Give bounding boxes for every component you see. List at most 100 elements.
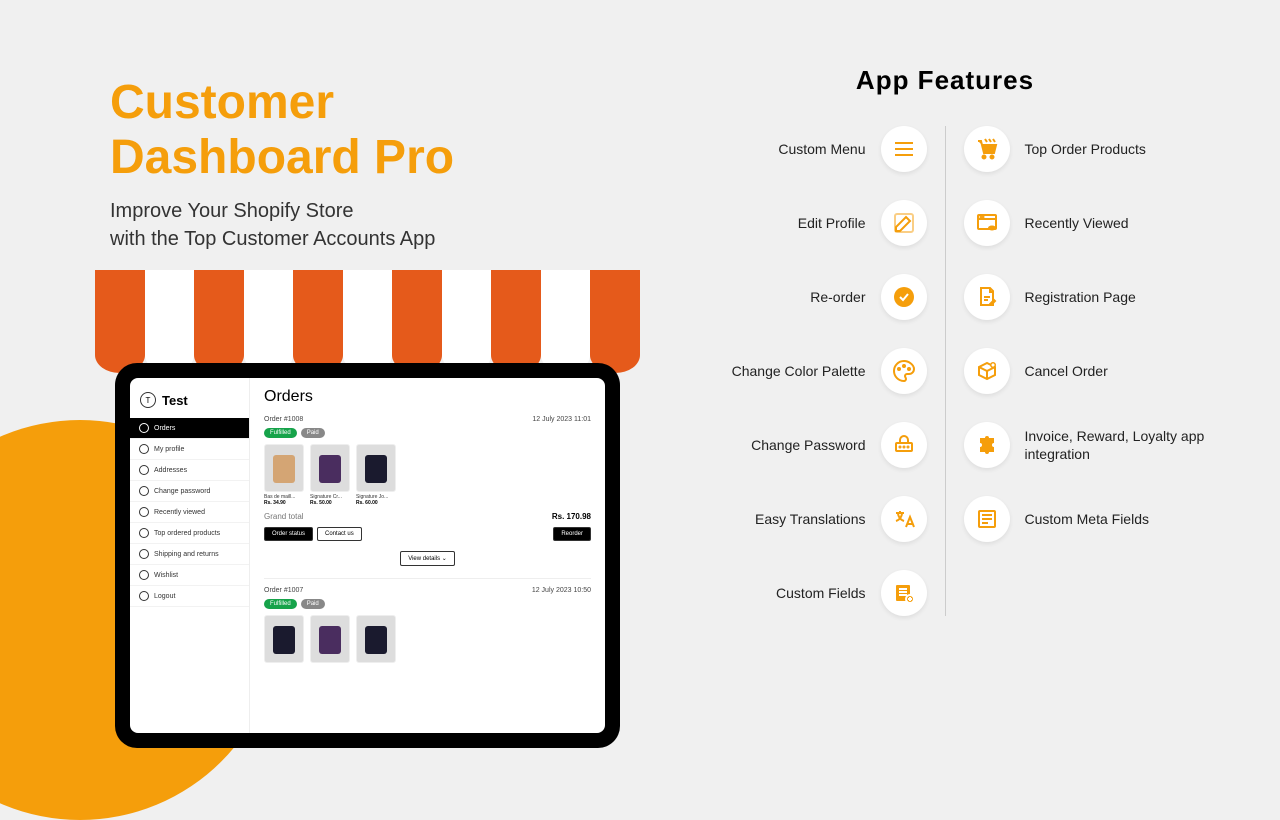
nav-label: Wishlist [154,572,178,579]
feature-change-password: Change Password [680,422,927,468]
feature-translations: Easy Translations [680,496,927,542]
feature-label: Top Order Products [1025,140,1146,158]
feature-edit-profile: Edit Profile [680,200,927,246]
features-left-column: Custom Menu Edit Profile Re-order Change… [680,126,946,616]
product-item[interactable] [310,615,350,663]
subtitle-line1: Improve Your Shopify Store [110,197,454,225]
product-item[interactable]: Bas de maill... Rs. 34.90 [264,444,304,506]
nav-logout[interactable]: Logout [130,586,249,607]
feature-recently-viewed: Recently Viewed [964,200,1211,246]
feature-custom-fields: Custom Fields [680,570,927,616]
product-price: Rs. 34.90 [264,500,304,506]
eye-icon [139,507,149,517]
password-icon [881,422,927,468]
nav-label: Addresses [154,467,187,474]
nav-my-profile[interactable]: My profile [130,439,249,460]
product-image [356,444,396,492]
box-cancel-icon [964,348,1010,394]
nav-label: My profile [154,446,184,453]
feature-meta-fields: Custom Meta Fields [964,496,1211,542]
grand-total-label: Grand total [264,512,304,521]
product-item[interactable]: Signature Cr... Rs. 50.00 [310,444,350,506]
cart-icon [964,126,1010,172]
nav-shipping[interactable]: Shipping and returns [130,544,249,565]
features-right-column: Top Order Products Recently Viewed Regis… [946,126,1211,616]
nav-label: Logout [154,593,175,600]
order-date: 12 July 2023 11:01 [532,416,591,423]
user-avatar: T [140,392,156,408]
menu-icon [881,126,927,172]
order-number: Order #1007 [264,587,303,594]
window-eye-icon [964,200,1010,246]
status-badge-fulfilled: Fulfilled [264,599,297,609]
title-line2: Dashboard Pro [110,130,454,185]
product-price: Rs. 60.00 [356,500,396,506]
nav-label: Shipping and returns [154,551,219,558]
nav-label: Change password [154,488,210,495]
reorder-icon [881,274,927,320]
contact-us-button[interactable]: Contact us [317,527,362,541]
nav-orders[interactable]: Orders [130,418,249,439]
feature-label: Easy Translations [755,510,866,528]
status-badge-fulfilled: Fulfilled [264,428,297,438]
order-card: Order #1007 12 July 2023 10:50 Fulfilled… [264,578,591,663]
product-item[interactable] [356,615,396,663]
hero-subtitle: Improve Your Shopify Store with the Top … [110,197,454,253]
view-details-button[interactable]: View details ⌄ [400,551,455,566]
nav-change-password[interactable]: Change password [130,481,249,502]
nav-label: Recently viewed [154,509,205,516]
edit-icon [881,200,927,246]
product-item[interactable]: Signature Jo... Rs. 60.00 [356,444,396,506]
fields-icon [881,570,927,616]
order-number: Order #1008 [264,416,303,423]
feature-color-palette: Change Color Palette [680,348,927,394]
order-card: Order #1008 12 July 2023 11:01 Fulfilled… [264,416,591,566]
subtitle-line2: with the Top Customer Accounts App [110,225,454,253]
feature-label: Custom Menu [778,140,865,158]
status-badge-paid: Paid [301,599,325,609]
hero-section: Customer Dashboard Pro Improve Your Shop… [110,75,454,253]
feature-label: Change Color Palette [732,362,866,380]
feature-label: Invoice, Reward, Loyalty app integration [1025,427,1211,463]
order-status-button[interactable]: Order status [264,527,313,541]
star-icon [139,528,149,538]
feature-integrations: Invoice, Reward, Loyalty app integration [964,422,1211,468]
palette-icon [881,348,927,394]
nav-addresses[interactable]: Addresses [130,460,249,481]
feature-cancel-order: Cancel Order [964,348,1211,394]
nav-recently-viewed[interactable]: Recently viewed [130,502,249,523]
user-name: Test [162,393,188,408]
document-pencil-icon [964,274,1010,320]
form-icon [964,496,1010,542]
nav-label: Orders [154,425,175,432]
title-line1: Customer [110,75,454,130]
nav-top-ordered[interactable]: Top ordered products [130,523,249,544]
reorder-button[interactable]: Reorder [553,527,591,541]
feature-label: Edit Profile [798,214,866,232]
content-title: Orders [264,388,591,406]
feature-label: Registration Page [1025,288,1136,306]
tablet-screen: T Test Orders My profile Addresses Chang… [130,378,605,733]
feature-label: Cancel Order [1025,362,1108,380]
product-image [310,615,350,663]
heart-icon [139,570,149,580]
feature-label: Recently Viewed [1025,214,1129,232]
address-icon [139,465,149,475]
dashboard-content: Orders Order #1008 12 July 2023 11:01 Fu… [250,378,605,733]
status-badge-paid: Paid [301,428,325,438]
feature-label: Re-order [810,288,865,306]
product-item[interactable] [264,615,304,663]
orders-icon [139,423,149,433]
product-image [264,615,304,663]
order-date: 12 July 2023 10:50 [532,587,591,594]
tablet-frame: T Test Orders My profile Addresses Chang… [115,363,620,748]
nav-wishlist[interactable]: Wishlist [130,565,249,586]
nav-label: Top ordered products [154,530,220,537]
feature-top-order: Top Order Products [964,126,1211,172]
product-image [310,444,350,492]
puzzle-icon [964,422,1010,468]
features-title: App Features [680,65,1210,96]
profile-icon [139,444,149,454]
translate-icon [881,496,927,542]
app-features-section: App Features Custom Menu Edit Profile Re… [680,65,1210,616]
